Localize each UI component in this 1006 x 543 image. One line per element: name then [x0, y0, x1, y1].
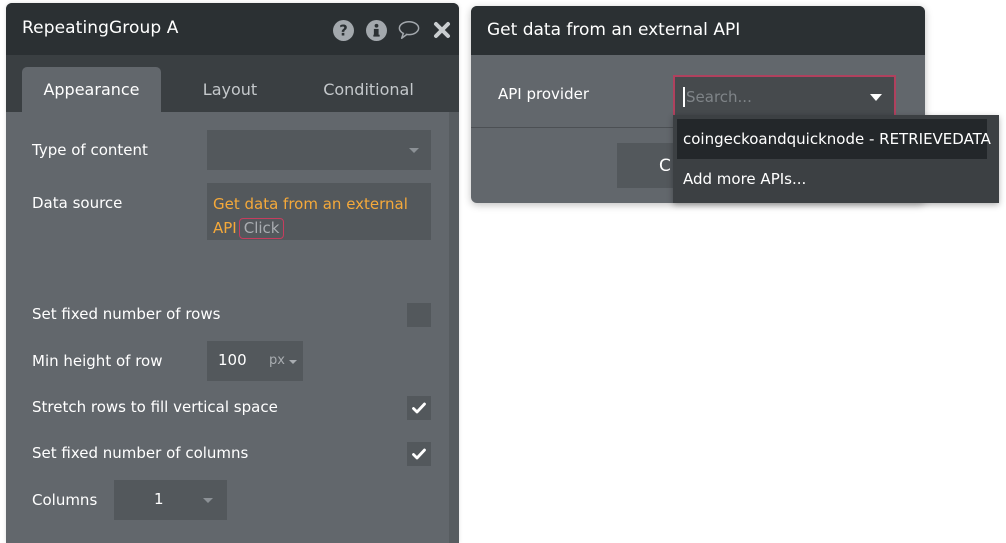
chevron-down-icon: [409, 148, 419, 153]
data-source-label: Data source: [32, 194, 123, 212]
type-of-content-dropdown[interactable]: [207, 130, 431, 170]
checkmark-icon: [412, 402, 426, 414]
popup-header: Get data from an external API: [471, 6, 925, 55]
min-height-row-label: Min height of row: [32, 352, 163, 370]
popup-title: Get data from an external API: [487, 20, 741, 40]
element-name-title[interactable]: RepeatingGroup A: [22, 18, 179, 38]
set-fixed-rows-checkbox[interactable]: [407, 303, 431, 327]
external-api-popup: Get data from an external API API provid…: [471, 6, 999, 203]
tab-bar: Appearance Layout Conditional: [6, 55, 459, 112]
property-editor-header: RepeatingGroup A ?: [6, 3, 459, 55]
unit-caret-icon: [289, 360, 297, 364]
type-of-content-label: Type of content: [32, 141, 148, 159]
chevron-down-icon[interactable]: [870, 94, 882, 101]
scrollbar-track[interactable]: [449, 112, 459, 543]
data-source-text: Get data from an external API Click: [213, 192, 423, 240]
dropdown-option-coingeckoandquicknode[interactable]: coingeckoandquicknode - RETRIEVEDATA: [677, 119, 991, 159]
api-provider-dropdown-menu: coingeckoandquicknode - RETRIEVEDATA Add…: [673, 115, 999, 203]
set-fixed-columns-checkbox[interactable]: [407, 442, 431, 466]
chevron-down-icon: [203, 498, 213, 503]
set-fixed-rows-label: Set fixed number of rows: [32, 305, 221, 323]
tab-conditional[interactable]: Conditional: [301, 67, 436, 112]
unit-selector[interactable]: px: [269, 353, 285, 368]
checkmark-icon: [412, 448, 426, 460]
api-provider-label: API provider: [498, 85, 589, 103]
columns-label: Columns: [32, 491, 98, 509]
svg-text:?: ?: [339, 22, 348, 39]
header-icons: ?: [332, 19, 453, 41]
columns-dropdown[interactable]: 1: [114, 480, 227, 520]
click-placeholder-chip[interactable]: Click: [238, 218, 285, 239]
close-icon[interactable]: [431, 19, 453, 41]
property-editor-panel: RepeatingGroup A ? Appearance Layout Con…: [6, 3, 459, 543]
stretch-rows-label: Stretch rows to fill vertical space: [32, 398, 278, 416]
tab-layout[interactable]: Layout: [166, 67, 294, 112]
columns-value: 1: [154, 490, 164, 508]
help-icon[interactable]: ?: [332, 19, 354, 41]
set-fixed-columns-label: Set fixed number of columns: [32, 444, 249, 462]
info-icon[interactable]: [365, 19, 387, 41]
min-height-row-input[interactable]: 100 px: [207, 341, 303, 381]
close-button-label: C: [659, 155, 671, 176]
dropdown-option-add-more-apis[interactable]: Add more APIs...: [677, 159, 987, 199]
tab-appearance[interactable]: Appearance: [22, 67, 161, 112]
stretch-rows-checkbox[interactable]: [407, 396, 431, 420]
api-provider-search-input[interactable]: [683, 87, 853, 107]
min-height-value[interactable]: 100: [218, 351, 247, 369]
data-source-expression[interactable]: Get data from an external API Click: [207, 183, 431, 240]
api-provider-search[interactable]: [673, 75, 896, 118]
comment-icon[interactable]: [398, 19, 420, 41]
